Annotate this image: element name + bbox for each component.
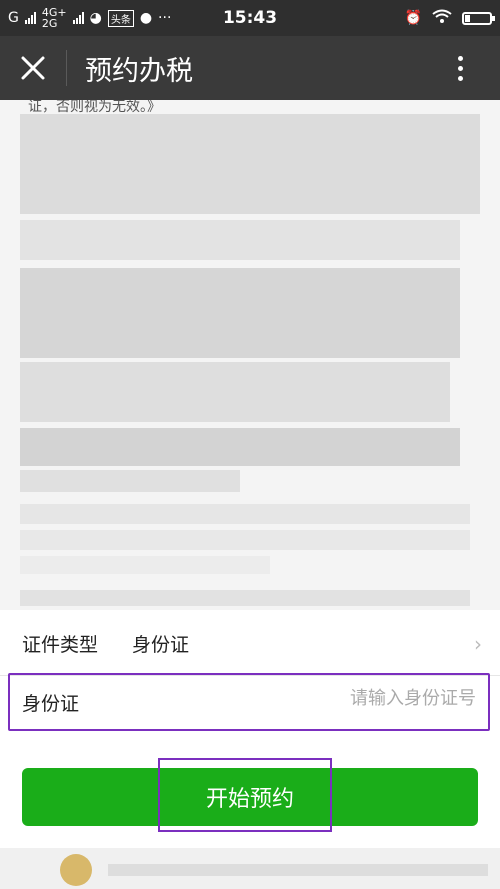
start-reservation-button[interactable]: 开始预约 bbox=[22, 768, 478, 826]
id-number-input[interactable] bbox=[214, 687, 478, 710]
footer-strip bbox=[0, 848, 500, 889]
close-icon bbox=[21, 56, 45, 80]
more-icon-dot bbox=[457, 55, 463, 61]
title-divider bbox=[66, 50, 67, 86]
page-title: 预约办税 bbox=[85, 55, 193, 87]
wifi-icon bbox=[432, 9, 452, 27]
reservation-form: 证件类型 身份证 › bbox=[0, 612, 500, 676]
battery-level bbox=[465, 14, 471, 22]
battery-icon bbox=[462, 11, 495, 25]
chevron-right-icon: › bbox=[474, 631, 482, 656]
blurred-text-block bbox=[20, 530, 470, 550]
blurred-text-block bbox=[20, 114, 480, 214]
alarm-icon: ⏰ bbox=[404, 10, 422, 26]
blurred-footer-text bbox=[108, 864, 488, 876]
id-type-value: 身份证 bbox=[132, 634, 190, 656]
id-type-label: 证件类型 bbox=[22, 634, 99, 656]
id-number-row: 身份证 bbox=[8, 673, 490, 731]
more-icon-dot bbox=[457, 65, 463, 71]
blurred-text-block bbox=[20, 220, 460, 260]
blurred-text-block bbox=[20, 428, 460, 466]
blurred-text-block bbox=[20, 470, 240, 492]
id-number-label: 身份证 bbox=[22, 692, 80, 715]
blurred-text-block bbox=[20, 556, 270, 574]
id-type-row[interactable]: 证件类型 身份证 › bbox=[0, 612, 500, 676]
notice-content: 证，否则视为无效。》 bbox=[0, 100, 500, 610]
blurred-text-block bbox=[20, 362, 450, 422]
blurred-text-block bbox=[20, 590, 470, 606]
status-right: ⏰ bbox=[404, 0, 495, 36]
title-bar: 预约办税 bbox=[0, 36, 500, 100]
avatar bbox=[60, 854, 92, 886]
more-icon-dot bbox=[457, 75, 463, 81]
close-button[interactable] bbox=[0, 36, 66, 100]
blurred-text-block bbox=[20, 268, 460, 358]
more-button[interactable] bbox=[440, 50, 480, 86]
blurred-text-block bbox=[20, 504, 470, 524]
status-bar: G 4G+ 2G ◕ 头条 ● ··· 15:43 ⏰ bbox=[0, 0, 500, 36]
